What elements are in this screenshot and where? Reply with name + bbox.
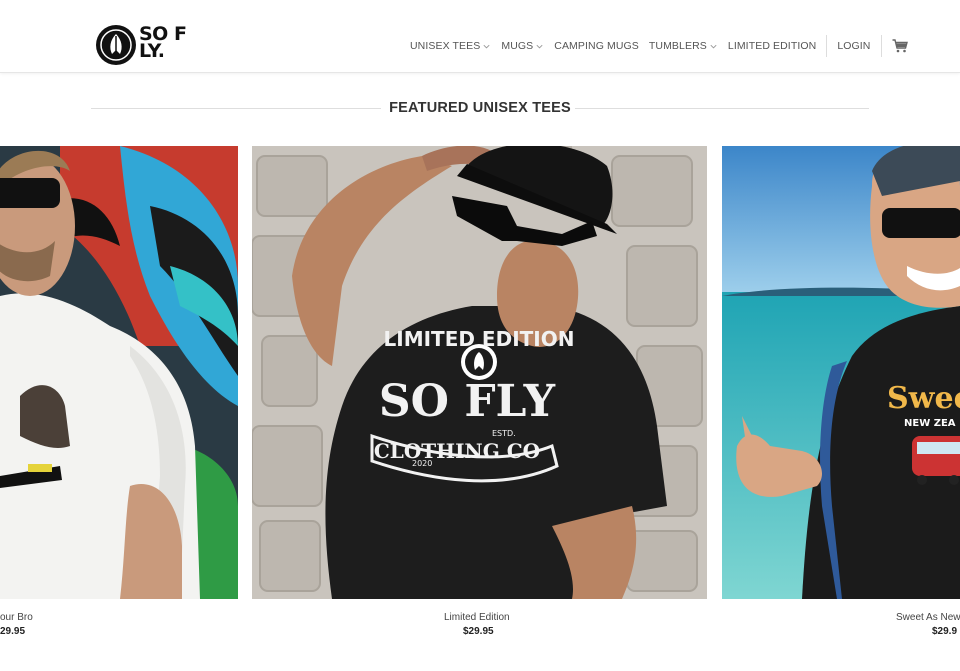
- product-photo-limited-edition: LIMITED EDITION SO FLY CLOTHING CO 2020 …: [252, 146, 707, 599]
- nav-label: CAMPING MUGS: [554, 40, 639, 52]
- nav-item-mugs[interactable]: MUGS: [501, 40, 544, 52]
- logo-wordmark: SO FLY.: [139, 23, 189, 62]
- svg-text:SO FLY: SO FLY: [379, 376, 556, 427]
- nav-item-tumblers[interactable]: TUMBLERS: [649, 40, 718, 52]
- nav-divider: [826, 35, 828, 57]
- product-photo-beach: Sweet NEW ZEA: [722, 146, 960, 599]
- login-label: LOGIN: [837, 40, 871, 52]
- shirt-print-top: LIMITED EDITION: [384, 327, 575, 351]
- chevron-down-icon: [710, 44, 717, 48]
- svg-text:2020: 2020: [412, 459, 432, 468]
- svg-text:LIMITED EDITION: LIMITED EDITION: [384, 327, 575, 351]
- svg-text:ESTD.: ESTD.: [492, 429, 516, 438]
- shirt-print-estd: ESTD.: [492, 429, 516, 438]
- product-photo-graffiti: [0, 146, 238, 599]
- logo-emblem-icon: [96, 25, 136, 65]
- product-price-3: $29.9: [932, 626, 958, 637]
- chevron-down-icon: [536, 44, 543, 48]
- nav-label: MUGS: [501, 40, 534, 52]
- shirt-print-sub: CLOTHING CO: [374, 439, 540, 463]
- product-name-2[interactable]: Limited Edition: [444, 612, 510, 623]
- svg-text:CLOTHING CO: CLOTHING CO: [374, 439, 540, 463]
- section-header: FEATURED UNISEX TEES: [91, 96, 869, 122]
- nav-item-camping-mugs[interactable]: CAMPING MUGS: [554, 40, 639, 52]
- product-name-3[interactable]: Sweet As New: [896, 612, 960, 623]
- site-header: SO FLY. UNISEX TEES MUGS CAMPING MUGS TU…: [0, 0, 960, 73]
- nav-item-limited-edition[interactable]: LIMITED EDITION: [728, 40, 816, 52]
- nav-item-unisex-tees[interactable]: UNISEX TEES: [410, 40, 491, 52]
- brand-logo[interactable]: SO FLY.: [95, 24, 190, 68]
- nav-label: UNISEX TEES: [410, 40, 481, 52]
- product-price-1: 29.95: [0, 626, 26, 637]
- product-image-3[interactable]: Sweet NEW ZEA: [722, 146, 960, 599]
- cart-icon[interactable]: [892, 39, 908, 53]
- nav-label: LIMITED EDITION: [727, 40, 817, 52]
- main-nav: UNISEX TEES MUGS CAMPING MUGS TUMBLERS L…: [410, 35, 908, 57]
- shirt-print-sub: NEW ZEA: [904, 418, 956, 429]
- nav-divider: [880, 35, 882, 57]
- product-image-1[interactable]: [0, 146, 238, 599]
- product-price-2: $29.95: [463, 626, 494, 637]
- title-divider-right: [575, 108, 869, 109]
- shirt-print-main: SO FLY: [379, 376, 556, 427]
- nav-label: TUMBLERS: [648, 40, 707, 52]
- shirt-print-year: 2020: [412, 459, 432, 468]
- chevron-down-icon: [483, 44, 490, 48]
- login-link[interactable]: LOGIN: [837, 40, 870, 52]
- svg-text:NEW ZEA: NEW ZEA: [904, 418, 956, 429]
- shirt-print-main: Sweet: [887, 381, 960, 416]
- svg-text:Sweet: Sweet: [887, 381, 960, 416]
- product-name-1[interactable]: our Bro: [0, 612, 33, 623]
- product-image-2[interactable]: LIMITED EDITION SO FLY CLOTHING CO 2020 …: [252, 146, 707, 599]
- logo-text: SO FLY.: [139, 23, 187, 62]
